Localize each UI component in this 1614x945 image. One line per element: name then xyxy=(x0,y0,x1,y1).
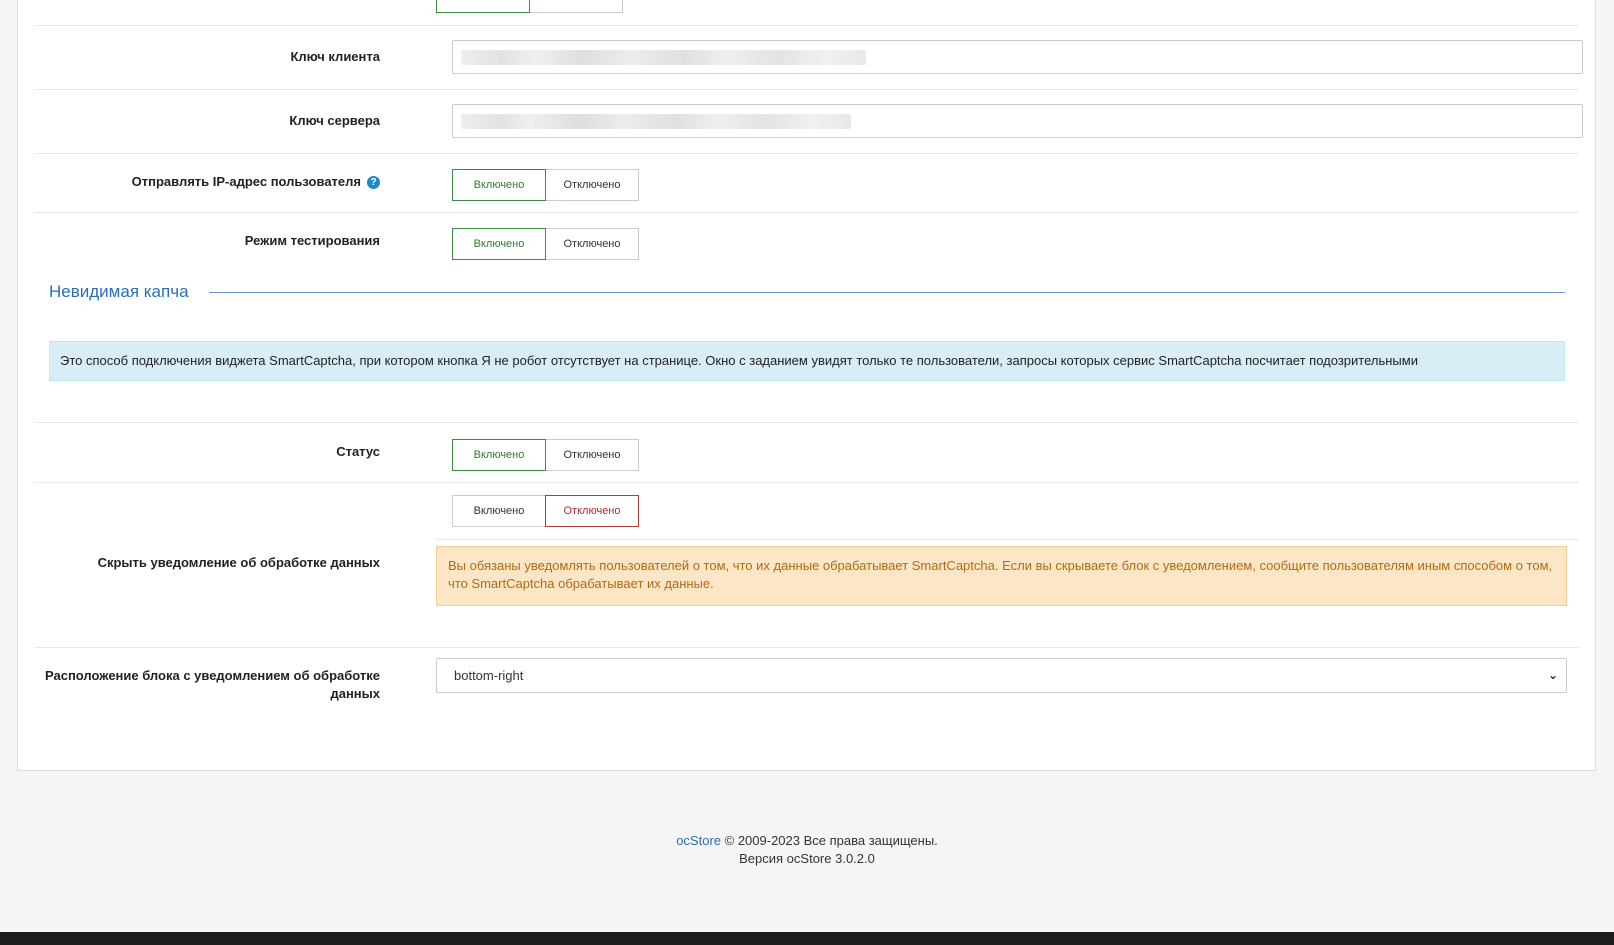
footer-brand-link[interactable]: ocStore xyxy=(676,833,721,848)
send-ip-off[interactable]: Отключено xyxy=(545,169,639,201)
row-client-key: Ключ клиента xyxy=(34,25,1583,90)
row-server-key: Ключ сервера xyxy=(34,89,1583,154)
footer-copyright: ocStore © 2009-2023 Все права защищены. xyxy=(0,832,1614,850)
server-key-value-blurred xyxy=(461,114,851,129)
footer-version: Версия ocStore 3.0.2.0 xyxy=(739,851,875,866)
taskbar xyxy=(0,932,1614,945)
section-title: Невидимая капча xyxy=(49,282,209,302)
test-mode-on[interactable]: Включено xyxy=(452,228,546,260)
status-off[interactable]: Отключено xyxy=(545,439,639,471)
row-status: Статус Включено Отключено xyxy=(34,422,1579,483)
footer: ocStore © 2009-2023 Все права защищены. … xyxy=(0,832,1614,868)
status-toggle: Включено Отключено xyxy=(452,439,639,471)
top-toggle-on[interactable]: Включено xyxy=(436,0,530,13)
status-label: Статус xyxy=(336,444,380,459)
status-on[interactable]: Включено xyxy=(452,439,546,471)
chevron-down-icon: ⌄ xyxy=(1547,668,1558,682)
hide-notice-label: Скрыть уведомление об обработке данных xyxy=(97,555,380,570)
client-key-label: Ключ клиента xyxy=(290,49,380,64)
send-ip-label: Отправлять IP-адрес пользователя? xyxy=(20,173,380,191)
warning-alert: Вы обязаны уведомлять пользователей о то… xyxy=(436,546,1567,606)
row-send-ip: Отправлять IP-адрес пользователя? Включе… xyxy=(34,153,1579,213)
footer-rights: © 2009-2023 Все права защищены. xyxy=(721,833,938,848)
send-ip-label-text: Отправлять IP-адрес пользователя xyxy=(131,174,361,189)
test-mode-label: Режим тестирования xyxy=(244,233,380,248)
client-key-input[interactable] xyxy=(452,40,1583,74)
hide-notice-on[interactable]: Включено xyxy=(452,495,546,527)
hide-notice-off[interactable]: Отключено xyxy=(545,495,639,527)
help-icon[interactable]: ? xyxy=(367,176,380,189)
hide-notice-inner-divider xyxy=(436,539,1579,540)
server-key-input[interactable] xyxy=(452,104,1583,138)
client-key-value-blurred xyxy=(461,50,866,65)
notice-position-value: bottom-right xyxy=(454,668,524,683)
notice-position-select[interactable]: bottom-right ⌄ xyxy=(436,658,1567,693)
section-divider xyxy=(49,292,1565,293)
test-mode-off[interactable]: Отключено xyxy=(545,228,639,260)
send-ip-on[interactable]: Включено xyxy=(452,169,546,201)
hide-notice-toggle: Включено Отключено xyxy=(452,495,639,527)
settings-panel: Включено Отключено Ключ клиента Ключ сер… xyxy=(17,0,1596,771)
row-test-mode: Режим тестирования Включено Отключено xyxy=(34,212,1579,271)
test-mode-toggle: Включено Отключено xyxy=(452,228,639,260)
info-alert: Это способ подключения виджета SmartCapt… xyxy=(49,341,1565,381)
row-divider xyxy=(34,0,1579,26)
notice-position-label: Расположение блока с уведомлением об обр… xyxy=(44,668,380,701)
server-key-label: Ключ сервера xyxy=(289,113,380,128)
send-ip-toggle: Включено Отключено xyxy=(452,169,639,201)
